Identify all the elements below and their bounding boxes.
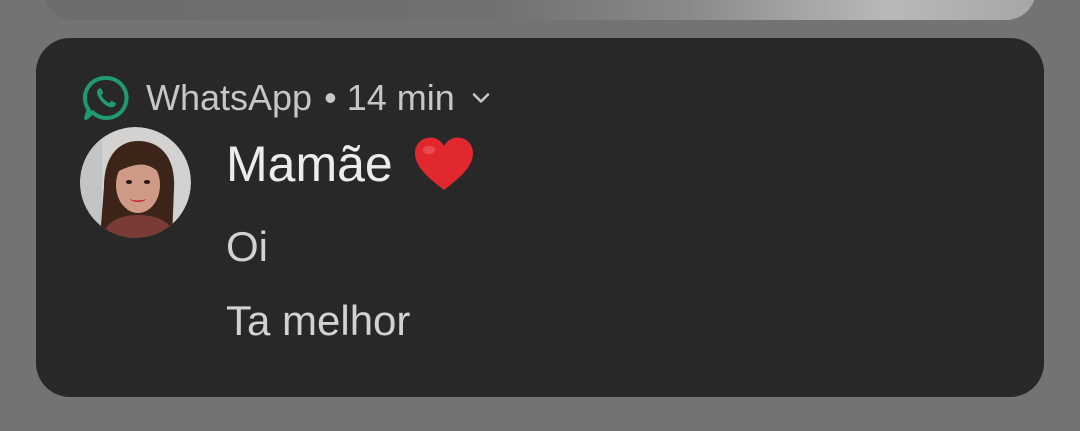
whatsapp-icon [82, 74, 130, 122]
message-line: Ta melhor [226, 297, 411, 344]
sender-row: Mamãe [226, 134, 475, 194]
whatsapp-notification[interactable]: WhatsApp • 14 min Mamãe Oi Ta melhor [36, 38, 1044, 397]
app-name: WhatsApp [146, 77, 313, 118]
notification-header: WhatsApp • 14 min [82, 74, 493, 122]
notification-time: 14 min [346, 77, 455, 118]
chevron-down-icon[interactable] [469, 86, 493, 110]
avatar [80, 127, 191, 238]
separator-dot: • [324, 77, 337, 118]
message-line: Oi [226, 223, 268, 270]
red-heart-emoji [413, 136, 475, 192]
previous-notification-card[interactable] [44, 0, 1036, 20]
sender-name: Mamãe [226, 136, 393, 192]
